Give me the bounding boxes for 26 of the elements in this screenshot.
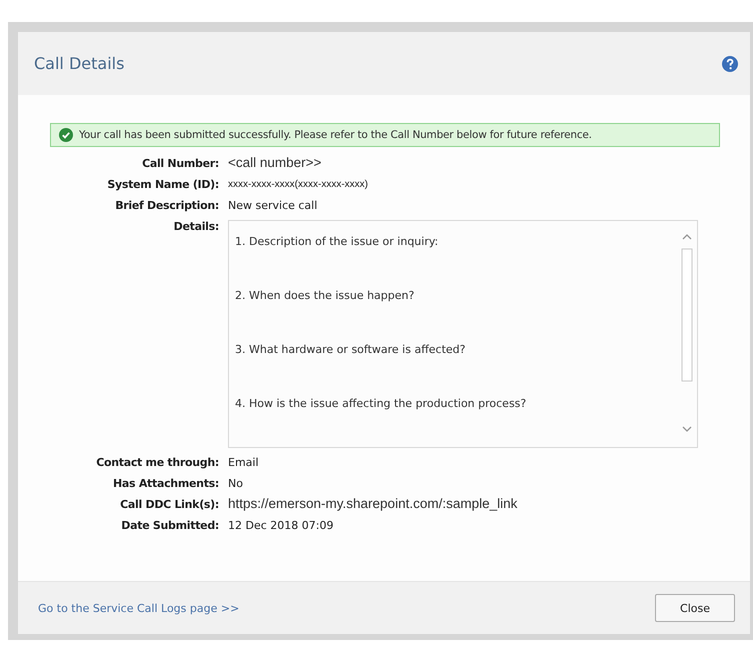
details-line: 2. When does the issue happen? [235,289,416,302]
field-value: 12 Dec 2018 07:09 [228,518,334,532]
field-label: Contact me through: [95,455,219,469]
field-label: Brief Description: [114,198,219,212]
details-line: 3. What hardware or software is affected? [235,343,467,356]
details-line: 4. How is the issue affecting the production process? [235,397,528,410]
field-value: https://emerson-my.sharepoint.com/:sample_link [228,496,518,511]
field-label: Call Number: [141,156,219,170]
help-icon[interactable] [722,56,738,72]
service-call-logs-link[interactable]: Go to the Service Call Logs page >> [38,602,240,614]
field-value: <call number>> [228,155,322,170]
field-value: Email [228,455,259,469]
field-value: New service call [228,198,318,212]
details-line: 1. Description of the issue or inquiry: [235,235,440,248]
details-box[interactable]: 1. Description of the issue or inquiry: 2. When does the issue happen? 3. What hardware or software is affected? 4. How is the issue affecting the production process? [228,220,698,448]
field-label: Details: [172,219,219,233]
field-value: xxxx-xxxx-xxxx(xxxx-xxxx-xxxx) [228,178,368,190]
close-button[interactable]: Close [655,594,735,622]
field-label: Date Submitted: [120,518,219,532]
field-label: Call DDC Link(s): [119,497,219,511]
check-icon [59,128,73,142]
field-label: Has Attachments: [112,476,219,490]
field-label: System Name (ID): [106,177,219,191]
dialog-title: Call Details [34,54,124,73]
banner-message: Your call has been submitted successfully. Please refer to the Call Number below for future reference. [79,129,592,141]
field-value: No [228,476,243,490]
